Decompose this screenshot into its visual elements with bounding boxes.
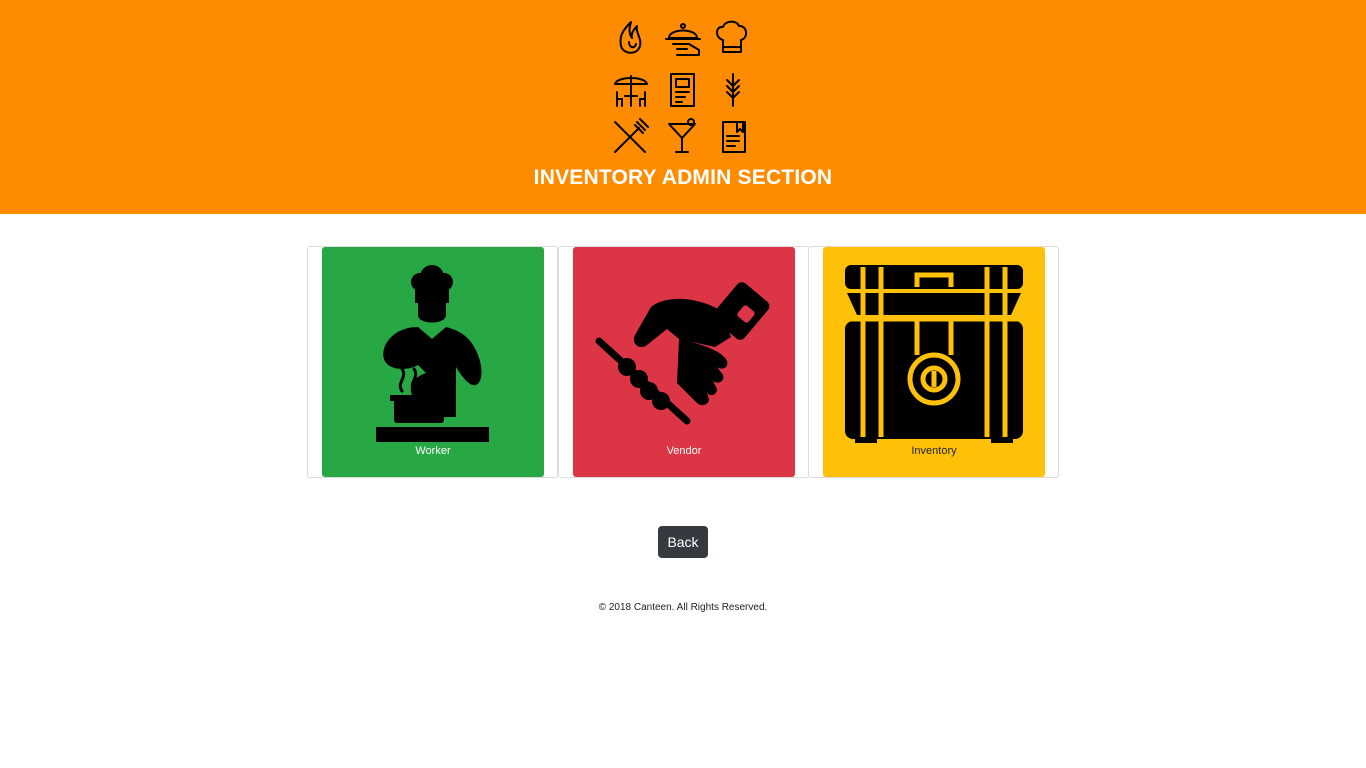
flame-icon (619, 21, 642, 54)
handshake-icon (595, 282, 770, 425)
card-grid: Worker Vendor Inventory (307, 246, 1059, 478)
back-button[interactable]: Back (658, 526, 708, 558)
menu-book-icon (722, 121, 746, 153)
cocktail-icon (668, 118, 696, 153)
menu-card-icon (670, 73, 695, 107)
vendor-label: Vendor (666, 445, 702, 457)
inventory-label: Inventory (911, 445, 957, 457)
inventory-card[interactable]: Inventory (808, 246, 1059, 478)
restaurant-logo (614, 20, 747, 153)
chef-cooking-icon (376, 265, 489, 442)
wheat-icon (726, 73, 740, 107)
page-header: INVENTORY ADMIN SECTION (0, 0, 1366, 214)
vendor-card[interactable]: Vendor (558, 246, 809, 478)
fork-knife-icon (614, 118, 649, 153)
worker-card-tile[interactable]: Worker (322, 247, 544, 477)
worker-card[interactable]: Worker (307, 246, 558, 478)
footer-copyright: © 2018 Canteen. All Rights Reserved. (598, 602, 768, 613)
chef-hat-icon (716, 20, 747, 53)
page-title: INVENTORY ADMIN SECTION (533, 166, 833, 189)
worker-label: Worker (415, 445, 451, 457)
inventory-card-tile[interactable]: Inventory (823, 247, 1045, 477)
table-umbrella-icon (614, 75, 648, 107)
cloche-icon (665, 23, 701, 56)
vendor-card-tile[interactable]: Vendor (573, 247, 795, 477)
treasure-chest-icon (845, 265, 1023, 443)
